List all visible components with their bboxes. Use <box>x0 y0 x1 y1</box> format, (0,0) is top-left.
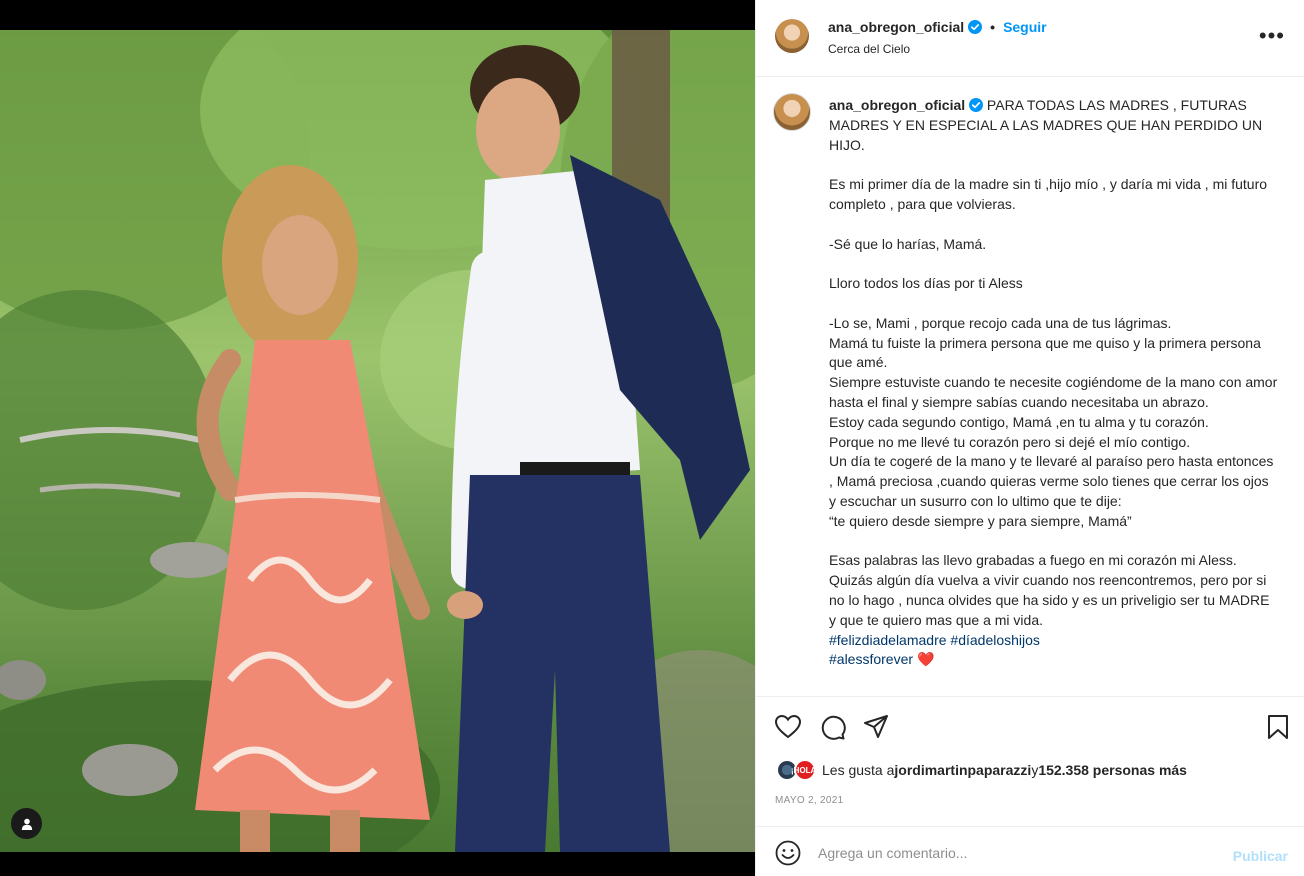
post-side-panel: ana_obregon_oficial • Seguir Cerca del C… <box>755 0 1304 876</box>
smiley-icon[interactable] <box>775 840 801 866</box>
bookmark-icon[interactable] <box>1264 713 1292 741</box>
post-photo[interactable] <box>0 30 755 852</box>
post-media <box>0 0 755 876</box>
post-actions: ¡HOLA! Les gusta a jordimartinpaparazzi … <box>756 696 1304 826</box>
caption-text: PARA TODAS LAS MADRES , FUTURAS MADRES Y… <box>829 97 1278 628</box>
author-avatar[interactable] <box>775 19 809 53</box>
verified-badge-icon <box>969 98 984 112</box>
comments-section[interactable]: ana_obregon_oficial PARA TODAS LAS MADRE… <box>756 78 1304 695</box>
caption-username[interactable]: ana_obregon_oficial <box>829 97 965 113</box>
caption-author-avatar[interactable] <box>773 93 811 131</box>
likes-middle: y <box>1031 762 1039 778</box>
comment-bubble-icon[interactable] <box>818 713 846 741</box>
separator-dot: • <box>990 19 996 35</box>
liker-avatar[interactable]: ¡HOLA! <box>791 759 819 781</box>
hashtag-link[interactable]: #felizdiadelamadre <box>829 632 947 648</box>
likes-prefix: Les gusta a <box>822 762 895 778</box>
likes-count[interactable]: 152.358 personas más <box>1038 762 1187 778</box>
add-comment-bar: Publicar <box>756 826 1304 876</box>
heart-icon[interactable] <box>774 713 802 741</box>
likes-summary: ¡HOLA! Les gusta a jordimartinpaparazzi … <box>776 759 1187 781</box>
verified-badge-icon <box>968 20 983 34</box>
more-options-icon[interactable]: ••• <box>1259 25 1285 47</box>
follow-button[interactable]: Seguir <box>1003 19 1047 35</box>
author-username[interactable]: ana_obregon_oficial <box>828 19 964 35</box>
liker-username[interactable]: jordimartinpaparazzi <box>894 762 1031 778</box>
liker-avatars: ¡HOLA! <box>776 759 820 781</box>
post-caption: ana_obregon_oficial PARA TODAS LAS MADRE… <box>829 96 1279 670</box>
heart-emoji: ❤️ <box>916 651 935 668</box>
paper-plane-icon[interactable] <box>862 713 890 741</box>
user-tag-icon <box>21 818 32 830</box>
post-date[interactable]: MAYO 2, 2021 <box>775 795 843 806</box>
instagram-post-view: ana_obregon_oficial • Seguir Cerca del C… <box>0 0 1304 876</box>
post-header: ana_obregon_oficial • Seguir Cerca del C… <box>756 0 1304 77</box>
post-location[interactable]: Cerca del Cielo <box>828 42 910 56</box>
author-line: ana_obregon_oficial • Seguir <box>828 19 1047 35</box>
hashtag-link[interactable]: #díadeloshijos <box>950 632 1040 648</box>
comment-input[interactable] <box>818 841 1218 865</box>
hashtag-link[interactable]: #alessforever <box>829 651 913 667</box>
tagged-users-button[interactable] <box>11 808 42 839</box>
photo-illustration <box>0 30 755 852</box>
publish-button[interactable]: Publicar <box>1233 848 1288 864</box>
